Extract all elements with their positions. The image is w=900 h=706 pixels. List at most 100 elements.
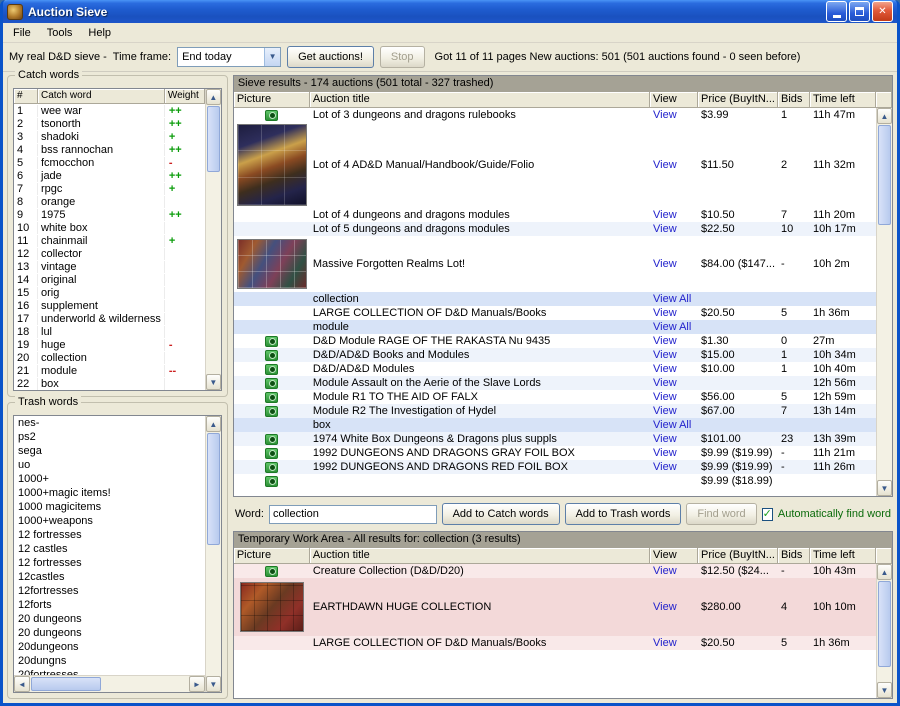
catch-word-row[interactable]: 11 chainmail + — [14, 234, 205, 247]
catch-word-row[interactable]: 13 vintage — [14, 260, 205, 273]
scroll-up-icon[interactable]: ▲ — [206, 89, 221, 105]
catch-word-row[interactable]: 12 collector — [14, 247, 205, 260]
view-link[interactable]: View — [653, 209, 677, 221]
col-auction-title[interactable]: Auction title — [310, 548, 650, 564]
catch-word-row[interactable]: 4 bss rannochan ++ — [14, 143, 205, 156]
catch-word-row[interactable]: 19 huge - — [14, 338, 205, 351]
catch-word-row[interactable]: 17 underworld & wilderness — [14, 312, 205, 325]
scrollbar-thumb[interactable] — [207, 433, 220, 545]
catch-word-row[interactable]: 9 1975 ++ — [14, 208, 205, 221]
catch-word-row[interactable]: 6 jade ++ — [14, 169, 205, 182]
col-number[interactable]: # — [14, 89, 38, 104]
trash-word-item[interactable]: 20dungeons — [14, 640, 205, 654]
view-link[interactable]: View — [653, 159, 677, 171]
scrollbar-thumb[interactable] — [207, 106, 220, 172]
maximize-button[interactable] — [849, 1, 870, 22]
col-view[interactable]: View — [650, 548, 698, 564]
trash-word-item[interactable]: sega — [14, 444, 205, 458]
catch-word-row[interactable]: 10 white box — [14, 221, 205, 234]
scrollbar-track[interactable] — [206, 105, 221, 374]
trash-word-item[interactable]: 12 castles — [14, 542, 205, 556]
scroll-up-icon[interactable]: ▲ — [206, 416, 221, 432]
col-price[interactable]: Price (BuyItN... — [698, 92, 778, 108]
scrollbar-track[interactable] — [877, 124, 892, 480]
view-link[interactable]: View All — [653, 293, 691, 305]
view-link[interactable]: View — [653, 447, 677, 459]
scroll-up-icon[interactable]: ▲ — [877, 564, 892, 580]
trash-word-item[interactable]: 12castles — [14, 570, 205, 584]
catch-word-row[interactable]: 5 fcmocchon - — [14, 156, 205, 169]
scrollbar-track[interactable] — [206, 432, 221, 676]
catch-word-row[interactable]: 18 lul — [14, 325, 205, 338]
trash-word-item[interactable]: nes- — [14, 416, 205, 430]
trash-word-item[interactable]: 12fortresses — [14, 584, 205, 598]
sieve-results-scrollbar[interactable]: ▲ ▼ — [876, 108, 892, 496]
view-link[interactable]: View — [653, 307, 677, 319]
auto-find-label[interactable]: Automatically find word — [778, 508, 891, 520]
close-button[interactable]: ✕ — [872, 1, 893, 22]
view-link[interactable]: View — [653, 109, 677, 121]
scrollbar-track[interactable] — [30, 676, 189, 692]
auto-find-checkbox[interactable]: ✓ — [762, 508, 773, 521]
view-link[interactable]: View — [653, 258, 677, 270]
minimize-button[interactable] — [826, 1, 847, 22]
catch-words-scrollbar[interactable]: ▲ ▼ — [205, 89, 221, 390]
catch-word-row[interactable]: 14 original — [14, 273, 205, 286]
trash-word-item[interactable]: 12forts — [14, 598, 205, 612]
work-area-scrollbar[interactable]: ▲ ▼ — [876, 564, 892, 698]
view-link[interactable]: View — [653, 363, 677, 375]
col-time-left[interactable]: Time left — [810, 92, 876, 108]
view-link[interactable]: View — [653, 349, 677, 361]
trash-word-item[interactable]: 20 dungeons — [14, 612, 205, 626]
col-bids[interactable]: Bids — [778, 92, 810, 108]
col-picture[interactable]: Picture — [234, 548, 310, 564]
timeframe-select[interactable]: End today ▼ — [177, 47, 281, 67]
trash-word-item[interactable]: 20 dungeons — [14, 626, 205, 640]
scroll-down-icon[interactable]: ▼ — [877, 682, 892, 698]
scrollbar-track[interactable] — [877, 580, 892, 682]
trash-word-item[interactable]: ps2 — [14, 430, 205, 444]
catch-word-row[interactable]: 20 collection — [14, 351, 205, 364]
col-bids[interactable]: Bids — [778, 548, 810, 564]
catch-word-row[interactable]: 2 tsonorth ++ — [14, 117, 205, 130]
col-picture[interactable]: Picture — [234, 92, 310, 108]
word-input[interactable] — [269, 505, 437, 524]
trash-word-item[interactable]: uo — [14, 458, 205, 472]
catch-word-row[interactable]: 8 orange — [14, 195, 205, 208]
trash-words-hscrollbar[interactable]: ◄ ► — [14, 675, 205, 692]
menu-item[interactable]: Help — [80, 25, 119, 41]
view-link[interactable]: View — [653, 377, 677, 389]
catch-word-row[interactable]: 3 shadoki + — [14, 130, 205, 143]
view-link[interactable]: View — [653, 433, 677, 445]
get-auctions-button[interactable]: Get auctions! — [287, 46, 374, 68]
add-to-trash-words-button[interactable]: Add to Trash words — [565, 503, 682, 525]
view-link[interactable]: View — [653, 565, 677, 577]
trash-word-item[interactable]: 20fortresses — [14, 668, 205, 675]
scroll-down-icon[interactable]: ▼ — [206, 374, 221, 390]
trash-word-item[interactable]: 1000+magic items! — [14, 486, 205, 500]
scroll-left-icon[interactable]: ◄ — [14, 676, 30, 692]
trash-word-item[interactable]: 1000+weapons — [14, 514, 205, 528]
col-catch-word[interactable]: Catch word — [38, 89, 165, 104]
col-price[interactable]: Price (BuyItN... — [698, 548, 778, 564]
trash-words-scrollbar[interactable]: ▲ ▼ — [205, 416, 221, 692]
catch-word-row[interactable]: 16 supplement — [14, 299, 205, 312]
menu-item[interactable]: Tools — [39, 25, 81, 41]
scroll-up-icon[interactable]: ▲ — [877, 108, 892, 124]
view-link[interactable]: View All — [653, 321, 691, 333]
trash-word-item[interactable]: 1000+ — [14, 472, 205, 486]
trash-word-item[interactable]: 1000 magicitems — [14, 500, 205, 514]
stop-button[interactable]: Stop — [380, 46, 425, 68]
col-weight[interactable]: Weight — [165, 89, 205, 104]
view-link[interactable]: View — [653, 461, 677, 473]
scroll-right-icon[interactable]: ► — [189, 676, 205, 692]
col-time-left[interactable]: Time left — [810, 548, 876, 564]
scroll-down-icon[interactable]: ▼ — [877, 480, 892, 496]
view-link[interactable]: View — [653, 335, 677, 347]
catch-word-row[interactable]: 7 rpgc + — [14, 182, 205, 195]
scrollbar-thumb[interactable] — [31, 677, 101, 691]
view-link[interactable]: View — [653, 601, 677, 613]
menu-item[interactable]: File — [5, 25, 39, 41]
combo-arrow-icon[interactable]: ▼ — [264, 48, 280, 66]
trash-word-item[interactable]: 12 fortresses — [14, 556, 205, 570]
